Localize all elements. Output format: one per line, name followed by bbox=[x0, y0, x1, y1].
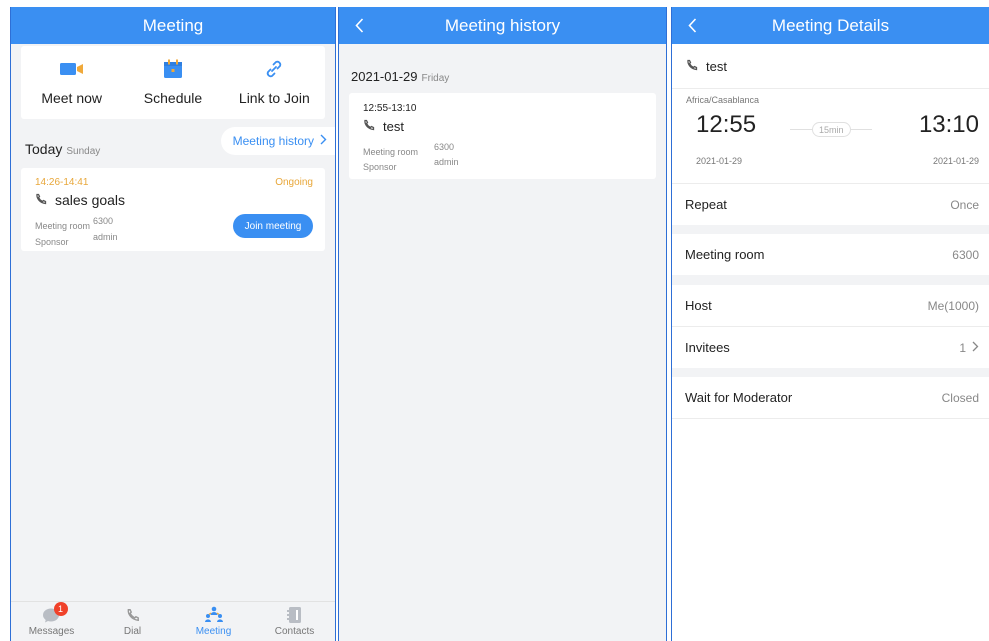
unread-badge: 1 bbox=[53, 602, 68, 616]
section-gap bbox=[672, 225, 989, 234]
tab-dial-label: Dial bbox=[123, 626, 142, 637]
tab-messages[interactable]: 1 Messages bbox=[11, 602, 92, 641]
meeting-history-link[interactable]: Meeting history bbox=[220, 127, 335, 155]
history-weekday: Friday bbox=[421, 73, 450, 84]
meeting-room-value: 6300 bbox=[434, 142, 455, 152]
wait-for-moderator-row[interactable]: Wait for Moderator Closed bbox=[672, 377, 989, 418]
tab-messages-label: Messages bbox=[28, 626, 75, 637]
meeting-room-label: Meeting room bbox=[685, 247, 765, 262]
quick-actions-card: Meet now Schedule Link to Join bbox=[21, 46, 325, 119]
divider bbox=[672, 88, 989, 89]
back-button[interactable] bbox=[349, 13, 369, 37]
today-weekday: Sunday bbox=[66, 146, 101, 157]
meeting-history-screen: Meeting history 2021-01-29 Friday 12:55-1… bbox=[338, 7, 667, 641]
chevron-right-icon bbox=[320, 134, 327, 148]
start-time: 12:55 bbox=[696, 111, 757, 138]
phone-icon bbox=[686, 59, 698, 74]
meeting-details-header: Meeting Details bbox=[672, 7, 989, 44]
back-button[interactable] bbox=[682, 13, 702, 37]
repeat-row[interactable]: Repeat Once bbox=[672, 184, 989, 225]
end-date: 2021-01-29 bbox=[932, 156, 979, 166]
tab-meeting-label: Meeting bbox=[195, 626, 232, 637]
invitees-value-group: 1 bbox=[959, 341, 979, 355]
today-header: Today Sunday bbox=[25, 141, 100, 157]
meeting-status: Ongoing bbox=[275, 177, 313, 188]
invitees-row[interactable]: Invitees 1 bbox=[672, 327, 989, 368]
join-meeting-button[interactable]: Join meeting bbox=[233, 214, 313, 238]
sponsor-info: Sponsor admin bbox=[35, 232, 118, 250]
messages-icon: 1 bbox=[42, 602, 68, 624]
section-gap bbox=[672, 275, 989, 285]
meeting-history-header: Meeting history bbox=[339, 7, 666, 44]
meeting-room-value: 6300 bbox=[93, 216, 114, 226]
host-row[interactable]: Host Me(1000) bbox=[672, 285, 989, 326]
bottom-tab-bar: 1 Messages Dial Meeting Contacts bbox=[11, 601, 335, 641]
sponsor-label: Sponsor bbox=[363, 162, 397, 172]
link-icon bbox=[264, 58, 284, 80]
tab-contacts[interactable]: Contacts bbox=[254, 602, 335, 641]
sponsor-value: admin bbox=[93, 232, 118, 242]
repeat-label: Repeat bbox=[685, 197, 727, 212]
start-date: 2021-01-29 bbox=[696, 156, 743, 166]
meeting-time: 12:55-13:10 bbox=[363, 103, 417, 114]
chevron-left-icon bbox=[687, 17, 696, 33]
meeting-header: Meeting bbox=[11, 7, 335, 44]
meeting-room-label: Meeting room bbox=[363, 147, 419, 157]
meeting-screen: Meeting Meet now Schedule Link to Join T… bbox=[10, 7, 336, 641]
invitees-label: Invitees bbox=[685, 340, 730, 355]
wait-for-moderator-value: Closed bbox=[941, 390, 979, 405]
meeting-details-screen: Meeting Details test Africa/Casablanca 1… bbox=[671, 7, 989, 641]
divider bbox=[672, 418, 989, 419]
invitees-count: 1 bbox=[959, 340, 966, 355]
schedule-label: Schedule bbox=[143, 90, 203, 106]
meeting-card[interactable]: 14:26-14:41 Ongoing sales goals Meeting … bbox=[21, 168, 325, 251]
sponsor-label: Sponsor bbox=[35, 237, 69, 247]
phone-icon bbox=[126, 606, 140, 624]
meet-now-label: Meet now bbox=[41, 90, 103, 106]
link-to-join-label: Link to Join bbox=[238, 90, 310, 106]
today-label: Today bbox=[25, 141, 63, 157]
sponsor-value: admin bbox=[434, 157, 459, 167]
history-date: 2021-01-29 bbox=[351, 69, 418, 84]
meeting-title-row: sales goals bbox=[35, 192, 125, 208]
page-title: Meeting Details bbox=[771, 15, 890, 35]
meeting-room-label: Meeting room bbox=[35, 221, 91, 231]
contacts-icon bbox=[286, 606, 303, 624]
host-value: Me(1000) bbox=[927, 298, 979, 313]
timezone: Africa/Casablanca bbox=[686, 95, 760, 105]
link-to-join-button[interactable]: Link to Join bbox=[224, 46, 325, 119]
meeting-title: test bbox=[706, 59, 727, 74]
duration-badge: 15min bbox=[812, 122, 851, 137]
end-time: 13:10 bbox=[918, 111, 979, 138]
repeat-value: Once bbox=[950, 197, 979, 212]
meeting-room-value: 6300 bbox=[952, 247, 979, 262]
history-meeting-card[interactable]: 12:55-13:10 test Meeting room 6300 Spons… bbox=[349, 93, 656, 179]
meeting-title: test bbox=[383, 119, 404, 134]
meeting-room-row[interactable]: Meeting room 6300 bbox=[672, 234, 989, 275]
meeting-history-label: Meeting history bbox=[232, 134, 314, 148]
meeting-title-row: test bbox=[363, 119, 404, 134]
page-title: Meeting history bbox=[444, 15, 561, 35]
schedule-button[interactable]: Schedule bbox=[122, 46, 223, 119]
phone-icon bbox=[35, 192, 47, 208]
wait-for-moderator-label: Wait for Moderator bbox=[685, 390, 793, 405]
tab-dial[interactable]: Dial bbox=[92, 602, 173, 641]
chevron-right-icon bbox=[972, 341, 979, 355]
section-gap bbox=[672, 368, 989, 377]
chevron-left-icon bbox=[354, 17, 363, 33]
history-date-header: 2021-01-29 Friday bbox=[351, 69, 449, 84]
tab-contacts-label: Contacts bbox=[274, 626, 315, 637]
calendar-icon bbox=[163, 58, 183, 80]
meeting-time: 14:26-14:41 bbox=[35, 177, 89, 188]
tab-meeting[interactable]: Meeting bbox=[173, 602, 254, 641]
host-label: Host bbox=[685, 298, 712, 313]
meeting-title: sales goals bbox=[55, 192, 126, 208]
page-title: Meeting bbox=[142, 15, 204, 35]
phone-icon bbox=[363, 119, 375, 134]
sponsor-info: Sponsor admin bbox=[363, 157, 459, 175]
meet-now-button[interactable]: Meet now bbox=[21, 46, 122, 119]
meeting-title-row: test bbox=[686, 59, 727, 74]
meeting-icon bbox=[203, 606, 225, 624]
video-camera-icon bbox=[59, 58, 84, 80]
